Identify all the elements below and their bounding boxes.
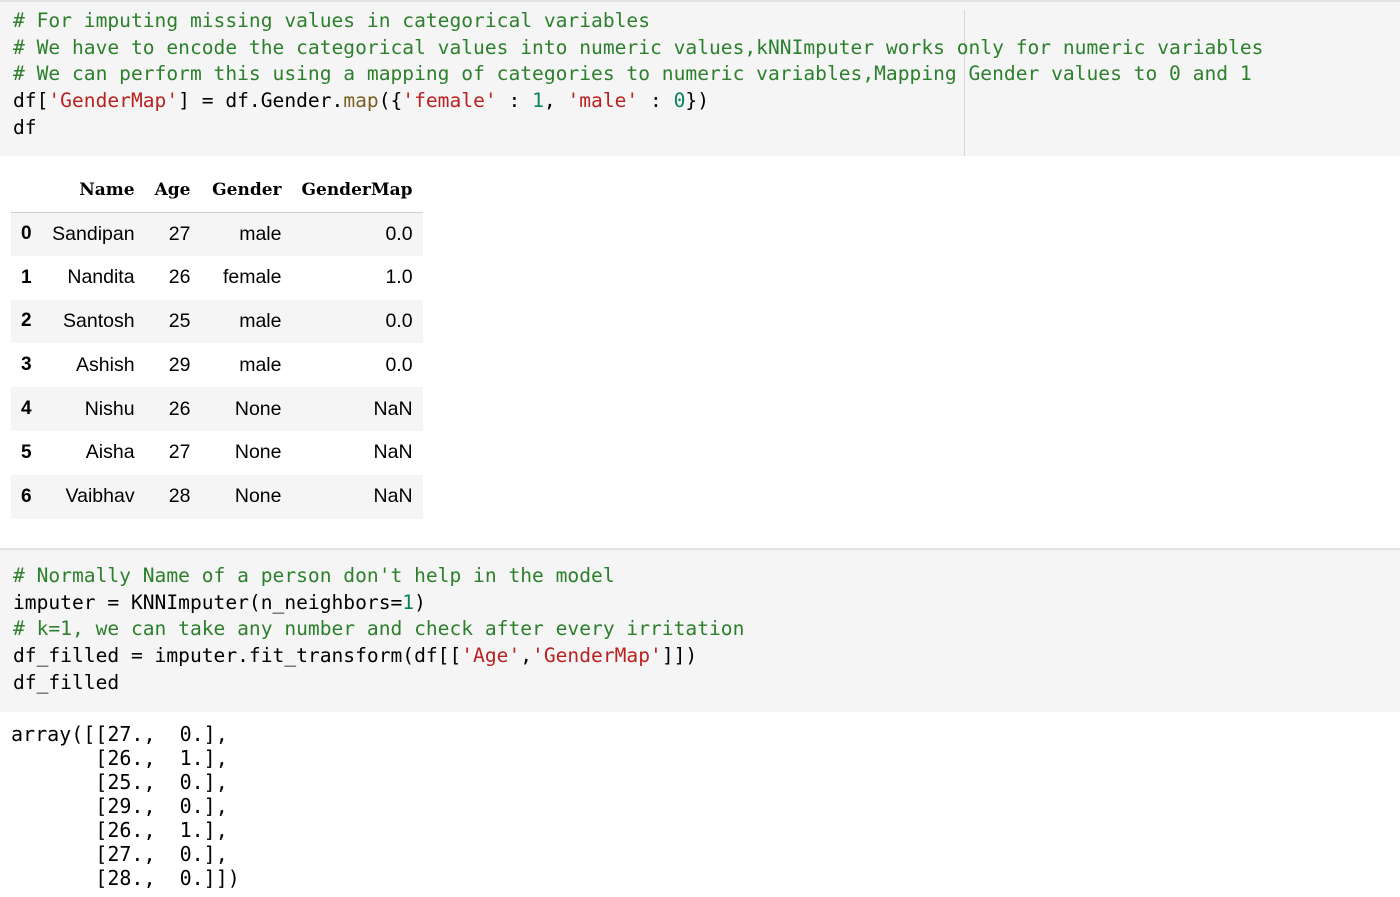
string-token: 'GenderMap' <box>48 89 179 113</box>
cell-gender: male <box>239 353 282 376</box>
column-header-age: Age <box>144 168 201 213</box>
table-row: 0 Sandipan 27 male 0.0 <box>11 212 423 256</box>
cell-age: 26 <box>168 397 191 420</box>
column-header-index <box>11 168 42 213</box>
cell-gendermap: 0.0 <box>385 353 413 376</box>
code-cell-2[interactable]: # Normally Name of a person don't help i… <box>0 548 1400 712</box>
row-index: 4 <box>21 398 32 420</box>
table-row: 1 Nandita 26 female 1.0 <box>11 256 423 300</box>
comment-token: # k=1, we can take any number and check … <box>13 617 745 641</box>
code-line: # Normally Name of a person don't help i… <box>13 563 744 590</box>
cell-gendermap: 0.0 <box>385 222 413 245</box>
row-index: 3 <box>21 354 32 376</box>
code-editor-1[interactable]: # For imputing missing values in categor… <box>13 8 1263 141</box>
table-row: 2 Santosh 25 male 0.0 <box>11 299 423 344</box>
cell-gender: None <box>234 485 282 508</box>
code-token: }) <box>685 89 710 113</box>
code-line: # We have to encode the categorical valu… <box>13 35 1263 62</box>
cell-gender: male <box>239 309 282 332</box>
table-row: 4 Nishu 26 None NaN <box>11 387 423 431</box>
code-line: df_filled <box>13 670 744 697</box>
code-token: df <box>13 115 37 139</box>
code-token: , <box>520 644 533 668</box>
comment-token: # Normally Name of a person don't help i… <box>13 564 615 587</box>
comment-token: # For imputing missing values in categor… <box>13 9 651 32</box>
cell-gendermap: 0.0 <box>385 309 413 332</box>
row-index: 2 <box>21 310 32 332</box>
table-header-row: Name Age Gender GenderMap <box>11 168 423 213</box>
cell-name: Sandipan <box>52 222 135 245</box>
cell-name: Ashish <box>76 353 135 376</box>
output-line: [27., 0.], <box>11 842 228 866</box>
column-header-name: Name <box>41 168 145 213</box>
code-token: : <box>638 89 674 113</box>
code-token: imputer = KNNImputer(n_neighbors= <box>13 590 403 614</box>
cell-gender: female <box>222 266 282 289</box>
column-header-gendermap: GenderMap <box>291 168 423 213</box>
cell-name: Santosh <box>63 309 135 332</box>
output-line: [29., 0.], <box>11 794 228 818</box>
code-token: ]]) <box>661 644 698 668</box>
code-token: df_filled = imputer.fit_transform(df[[ <box>13 644 462 668</box>
string-token: 'male' <box>567 89 639 113</box>
cell-gendermap: NaN <box>373 485 413 508</box>
code-token: : <box>496 89 533 113</box>
function-token: map <box>343 89 379 113</box>
row-index: 1 <box>21 266 32 288</box>
cell-name: Nandita <box>67 266 135 289</box>
code-token: ] = df.Gender. <box>178 89 344 113</box>
code-token: ({ <box>378 89 403 113</box>
cell-age: 29 <box>168 353 191 376</box>
code-token: df_filled <box>13 670 120 694</box>
code-cell-1[interactable]: # For imputing missing values in categor… <box>0 2 1400 156</box>
code-line: # k=1, we can take any number and check … <box>13 616 744 643</box>
cell-gendermap: NaN <box>373 397 413 420</box>
string-token: 'Age' <box>461 644 521 668</box>
cell-gender: None <box>234 441 282 464</box>
cell-age: 26 <box>168 266 191 289</box>
comment-token: # We can perform this using a mapping of… <box>13 62 1252 86</box>
comment-token: # We have to encode the categorical valu… <box>13 35 1264 59</box>
output-line: array([[27., 0.], <box>11 722 228 746</box>
array-output: array([[27., 0.], [26., 1.], [25., 0.], … <box>11 722 240 890</box>
cell-name: Nishu <box>84 397 135 420</box>
cell-age: 28 <box>168 485 191 508</box>
code-token: df[ <box>13 89 49 113</box>
string-token: 'GenderMap' <box>532 644 662 668</box>
cell-age: 27 <box>168 222 191 245</box>
cell-gendermap: 1.0 <box>385 266 413 289</box>
code-line: imputer = KNNImputer(n_neighbors=1) <box>13 590 744 617</box>
cell-age: 25 <box>168 309 191 332</box>
code-line: df_filled = imputer.fit_transform(df[['A… <box>13 643 744 670</box>
table-row: 6 Vaibhav 28 None NaN <box>11 474 423 519</box>
output-line: [25., 0.], <box>11 770 228 794</box>
code-token: ) <box>414 590 426 614</box>
code-line: df <box>13 115 1263 142</box>
row-index: 5 <box>21 441 32 463</box>
table-row: 3 Ashish 29 male 0.0 <box>11 343 423 387</box>
output-line: [26., 1.], <box>11 818 228 842</box>
cell-age: 27 <box>168 441 191 464</box>
code-editor-2[interactable]: # Normally Name of a person don't help i… <box>13 563 744 696</box>
output-line: [28., 0.]]) <box>11 866 240 890</box>
code-token: , <box>543 89 568 113</box>
code-line: # For imputing missing values in categor… <box>13 8 1263 35</box>
code-line: df['GenderMap'] = df.Gender.map({'female… <box>13 88 1263 115</box>
cell-gender: male <box>239 222 282 245</box>
table-row: 5 Aisha 27 None NaN <box>11 431 423 475</box>
cell-gendermap: NaN <box>373 441 413 464</box>
row-index: 0 <box>21 223 32 245</box>
output-line: [26., 1.], <box>11 746 228 770</box>
code-line: # We can perform this using a mapping of… <box>13 61 1263 88</box>
string-token: 'female' <box>402 89 497 113</box>
row-index: 6 <box>21 485 32 507</box>
cell-gender: None <box>234 397 282 420</box>
dataframe-output-table: Name Age Gender GenderMap 0 Sandipan 27 … <box>11 168 423 519</box>
number-token: 1 <box>532 89 544 113</box>
cell-name: Aisha <box>85 441 135 464</box>
number-token: 0 <box>673 89 686 113</box>
number-token: 1 <box>402 590 415 614</box>
column-header-gender: Gender <box>200 168 292 213</box>
cell-name: Vaibhav <box>65 485 135 508</box>
